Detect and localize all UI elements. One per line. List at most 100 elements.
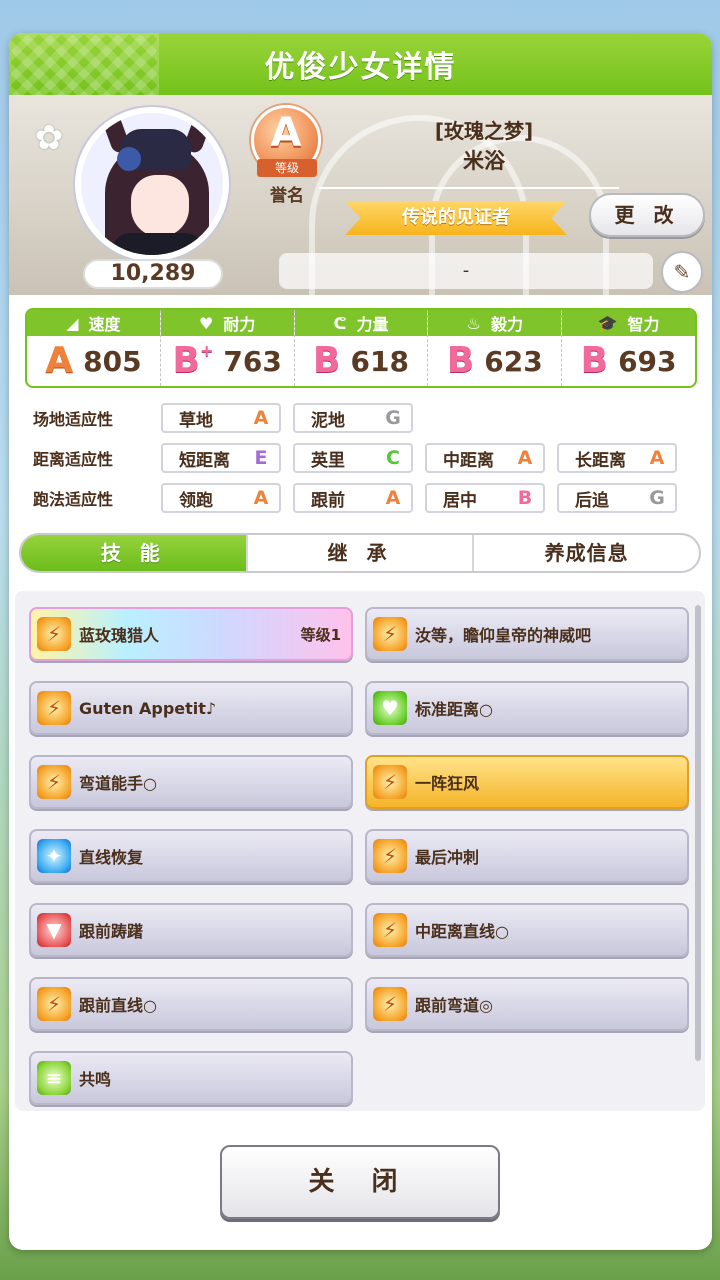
- skill-card[interactable]: ⚡ 跟前直线○: [29, 977, 353, 1031]
- debuff-skill-icon: ▼: [37, 913, 71, 947]
- avatar-dress: [111, 233, 205, 255]
- aptitude-label: 距离适应性: [33, 450, 114, 469]
- dialog-title: 优俊少女详情: [264, 50, 457, 85]
- speed-skill-icon: ⚡: [373, 913, 407, 947]
- skill-card[interactable]: ≡ 共鸣: [29, 1051, 353, 1105]
- speed-skill-icon: ⚡: [373, 987, 407, 1021]
- aptitude-row-distance: 距离适应性 短距离 E 英里 C 中距离 A 长距离 A: [33, 443, 689, 473]
- close-button[interactable]: 关 闭: [220, 1145, 500, 1219]
- shoe-icon: ◢: [66, 313, 79, 333]
- stat-value: 623: [484, 344, 543, 378]
- stat-power: ᕦ 力量 B 618: [294, 310, 429, 386]
- skill-name: 跟前弯道◎: [415, 996, 493, 1015]
- skill-card[interactable]: ⚡ 汝等，瞻仰皇帝的神威吧: [365, 607, 689, 661]
- stat-label: 速度: [88, 315, 121, 334]
- stat-label: 毅力: [490, 315, 523, 334]
- skill-name: 跟前踌躇: [79, 922, 144, 941]
- detail-dialog: 优俊少女详情 ✿ 10,289 A 等级 誉名 [玫瑰之梦] 米浴 传说的见证者…: [9, 33, 712, 1250]
- skill-name: 蓝玫瑰猎人: [79, 626, 160, 645]
- tab-skills[interactable]: 技 能: [21, 535, 248, 571]
- aptitude-turf: 草地 A: [161, 403, 281, 433]
- skill-card[interactable]: ⚡ 中距离直线○: [365, 903, 689, 957]
- grad-cap-icon: 🎓: [597, 313, 618, 333]
- speed-skill-icon: ⚡: [373, 839, 407, 873]
- aptitude-runner: 领跑 A: [161, 483, 281, 513]
- title-bar: 优俊少女详情: [9, 33, 712, 95]
- aptitude-label: 跑法适应性: [33, 490, 114, 509]
- character-name: 米浴: [463, 149, 505, 173]
- skill-card[interactable]: ⚡ 一阵狂风: [365, 755, 689, 809]
- tab-training-info[interactable]: 养成信息: [474, 535, 699, 571]
- skill-name: 跟前直线○: [79, 996, 157, 1015]
- aptitude-mile: 英里 C: [293, 443, 413, 473]
- skill-name: 直线恢复: [79, 848, 144, 867]
- stat-guts: ♨ 毅力 B 623: [428, 310, 563, 386]
- skill-card[interactable]: ♥ 标准距离○: [365, 681, 689, 735]
- stat-value: 805: [83, 344, 142, 378]
- speed-skill-icon: ⚡: [37, 765, 71, 799]
- stat-grade: B: [446, 340, 475, 381]
- aptitude-chaser: 后追 G: [557, 483, 677, 513]
- aptitude-label: 场地适应性: [33, 410, 114, 429]
- edit-pencil-icon[interactable]: ✎: [661, 251, 703, 293]
- skill-card[interactable]: ▼ 跟前踌躇: [29, 903, 353, 957]
- fan-count: 10,289: [83, 259, 223, 289]
- stats-panel: ◢ 速度 A 805 ♥ 耐力 B+ 763 ᕦ 力量 B 618 ♨ 毅力 B 623 🎓 智力…: [25, 308, 697, 388]
- skill-card[interactable]: ⚡ 蓝玫瑰猎人 等级1: [29, 607, 353, 661]
- rank-name: 誉名: [270, 186, 304, 206]
- avatar-rose: [117, 147, 141, 171]
- flame-icon: ♨: [466, 313, 481, 333]
- skill-card[interactable]: ⚡ 最后冲刺: [365, 829, 689, 883]
- stat-grade: B+: [172, 340, 214, 381]
- aptitude-leader: 跟前 A: [293, 483, 413, 513]
- skill-card[interactable]: ⚡ Guten Appetit♪: [29, 681, 353, 735]
- heart-skill-icon: ♥: [373, 691, 407, 725]
- aptitude-sprint: 短距离 E: [161, 443, 281, 473]
- speed-skill-icon: ⚡: [37, 691, 71, 725]
- tab-inheritance[interactable]: 继 承: [248, 535, 475, 571]
- aptitude-dirt: 泥地 G: [293, 403, 413, 433]
- heart-icon: ♥: [199, 313, 214, 333]
- title-banner: 传说的见证者: [345, 201, 567, 235]
- skill-name: 弯道能手○: [79, 774, 157, 793]
- speed-skill-icon: ⚡: [37, 617, 71, 651]
- avatar-face: [131, 175, 189, 237]
- stat-grade: B: [313, 340, 341, 381]
- skill-name: 标准距离○: [415, 700, 493, 719]
- skill-level: 等级1: [300, 625, 341, 644]
- stat-value: 618: [350, 344, 409, 378]
- aptitude-long: 长距离 A: [557, 443, 677, 473]
- rank-ribbon: 等级: [257, 159, 317, 177]
- skill-card[interactable]: ⚡ 跟前弯道◎: [365, 977, 689, 1031]
- stat-grade: A: [45, 340, 74, 381]
- stat-value: 693: [618, 344, 677, 378]
- skill-name: 最后冲刺: [415, 848, 480, 867]
- stat-value: 763: [223, 344, 282, 378]
- stat-grade: B: [580, 340, 609, 381]
- stat-stamina: ♥ 耐力 B+ 763: [160, 310, 295, 386]
- divider: [319, 187, 619, 189]
- horseshoe-icon: ✿: [34, 118, 64, 158]
- skill-name: 一阵狂风: [415, 774, 480, 793]
- stat-label: 力量: [356, 315, 389, 334]
- skill-card[interactable]: ✦ 直线恢复: [29, 829, 353, 883]
- speed-skill-icon: ⚡: [373, 765, 407, 799]
- skill-name: 汝等，瞻仰皇帝的神威吧: [415, 626, 592, 645]
- profile-header: ✿ 10,289 A 等级 誉名 [玫瑰之梦] 米浴 传说的见证者 更 改 - …: [9, 95, 712, 315]
- costume-subtitle: [玫瑰之梦]: [434, 119, 534, 143]
- avatar: [75, 107, 229, 261]
- speed-skill-icon: ⚡: [37, 987, 71, 1021]
- scrollbar[interactable]: [695, 605, 701, 1061]
- rank-letter: A: [270, 110, 302, 156]
- skill-name: 共鸣: [79, 1070, 112, 1089]
- skill-card[interactable]: ⚡ 弯道能手○: [29, 755, 353, 809]
- stat-wisdom: 🎓 智力 B 693: [562, 310, 695, 386]
- aptitude-medium: 中距离 A: [425, 443, 545, 473]
- stat-label: 耐力: [223, 315, 256, 334]
- change-title-button[interactable]: 更 改: [589, 193, 705, 237]
- aptitude-row-field: 场地适应性 草地 A 泥地 G: [33, 403, 425, 433]
- speed-skill-icon: ⚡: [373, 617, 407, 651]
- motto-field: -: [279, 253, 653, 289]
- skills-list: ⚡ 蓝玫瑰猎人 等级1 ⚡ 汝等，瞻仰皇帝的神威吧 ⚡ Guten Appeti…: [15, 591, 705, 1111]
- sparkle-skill-icon: ✦: [37, 839, 71, 873]
